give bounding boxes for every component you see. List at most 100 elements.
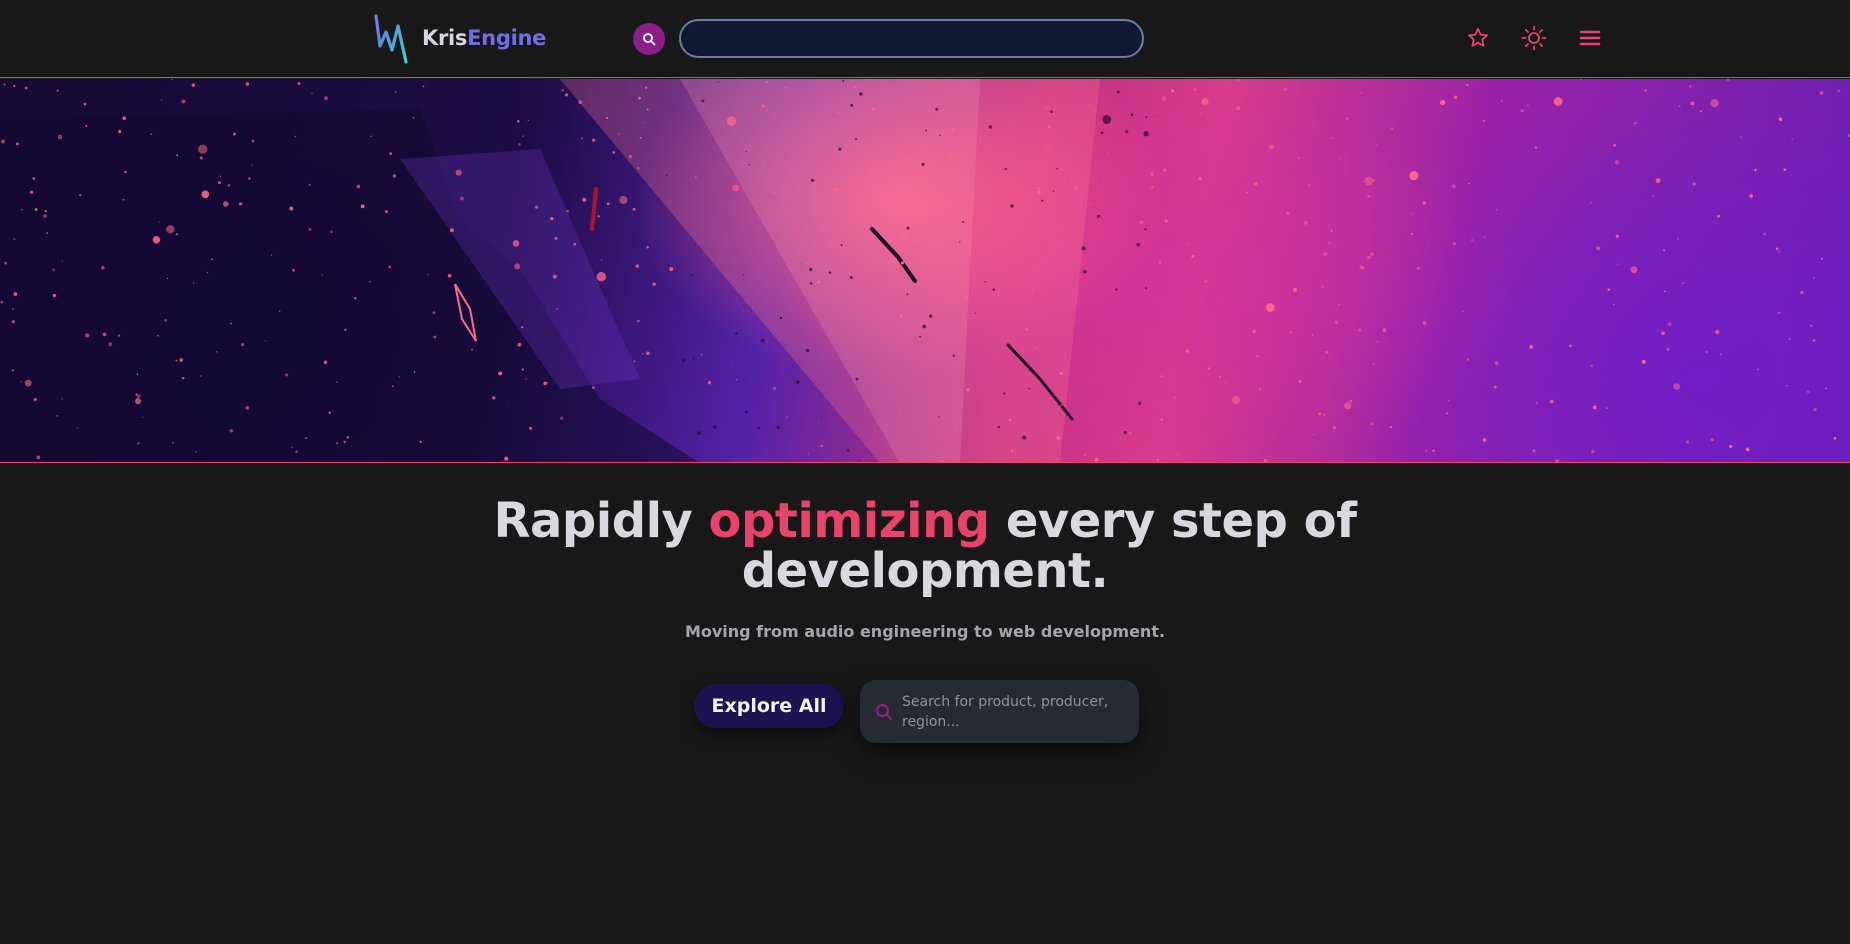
particle [122,198,125,201]
header-search-button[interactable] [633,23,665,55]
particle [522,135,525,137]
particle [1358,328,1362,332]
particle [201,190,210,199]
particle [1432,449,1435,452]
particle [632,207,636,211]
particle [344,328,347,331]
particle [938,416,940,418]
particle [157,334,159,337]
particle [550,217,554,221]
particle [949,154,953,158]
particle [1422,320,1427,325]
particle [906,293,909,296]
particle [20,381,22,383]
particle [85,125,88,127]
particle [1685,440,1690,444]
particle [1059,404,1063,407]
explore-all-button[interactable]: Explore All [694,684,844,728]
particle [1059,371,1064,376]
particle [1160,375,1163,378]
particle [44,210,47,213]
particle [1630,266,1638,274]
particle [160,99,163,101]
header-search-input[interactable] [679,19,1144,58]
particle [1699,110,1703,113]
particle [1245,191,1248,194]
particle [1056,436,1061,440]
particle [12,308,14,310]
particle [1390,127,1394,131]
particle [1138,401,1142,405]
particle [757,426,760,430]
particle [1298,157,1300,159]
particle [809,267,813,272]
particle [1034,346,1038,349]
particle [1825,387,1827,390]
particle [200,375,202,377]
particle [1756,368,1759,371]
particle [779,316,783,320]
particle [1806,390,1810,394]
particle [552,274,557,279]
particle [15,142,19,146]
particle [1156,458,1159,461]
particle [1606,407,1608,409]
particle [370,135,373,138]
menu-button[interactable] [1576,24,1604,52]
particle [1041,137,1044,139]
particle [1409,171,1419,181]
particle [1225,382,1228,384]
particle [1,139,5,144]
particle [1553,97,1563,106]
particle [422,85,425,88]
particle [432,311,436,314]
particle [328,411,331,414]
particle [1493,385,1497,389]
particle [354,297,357,300]
particle [1128,431,1132,435]
particle [1022,435,1027,440]
hero-search-input[interactable] [902,686,1112,737]
particle [554,236,558,241]
particle [498,371,503,376]
particle [1833,436,1837,440]
particle [356,184,361,189]
particle [518,143,521,146]
particle [1010,449,1014,453]
particle [384,210,388,213]
particle [988,125,993,129]
particle [1321,285,1324,288]
particle [880,330,883,332]
particle [765,80,769,84]
particle [1527,104,1529,107]
particle [1819,91,1824,95]
particle [61,398,64,400]
particle [369,280,371,283]
logo-link[interactable]: KrisEngine [372,12,546,64]
particle [811,178,815,183]
particle [336,442,339,445]
theme-toggle-button[interactable] [1520,24,1548,52]
particle [1125,130,1129,134]
particle [1677,237,1680,240]
particle [642,122,644,124]
particle [837,112,840,115]
particle [560,416,564,420]
particle [79,194,82,197]
particle [1303,220,1308,225]
particle [1144,228,1147,231]
particle [1786,384,1789,387]
particle [925,129,928,132]
particle [1729,444,1733,449]
particle [736,378,738,381]
particle [918,337,922,340]
favorites-button[interactable] [1464,24,1492,52]
particle [525,378,527,380]
hero-headline: Rapidly optimizing every step of develop… [425,496,1425,596]
particle [1236,106,1241,111]
particle [899,314,904,319]
hero-search-box[interactable] [860,680,1139,743]
menu-icon [1579,30,1601,46]
particle [663,445,667,449]
particle [164,318,168,322]
